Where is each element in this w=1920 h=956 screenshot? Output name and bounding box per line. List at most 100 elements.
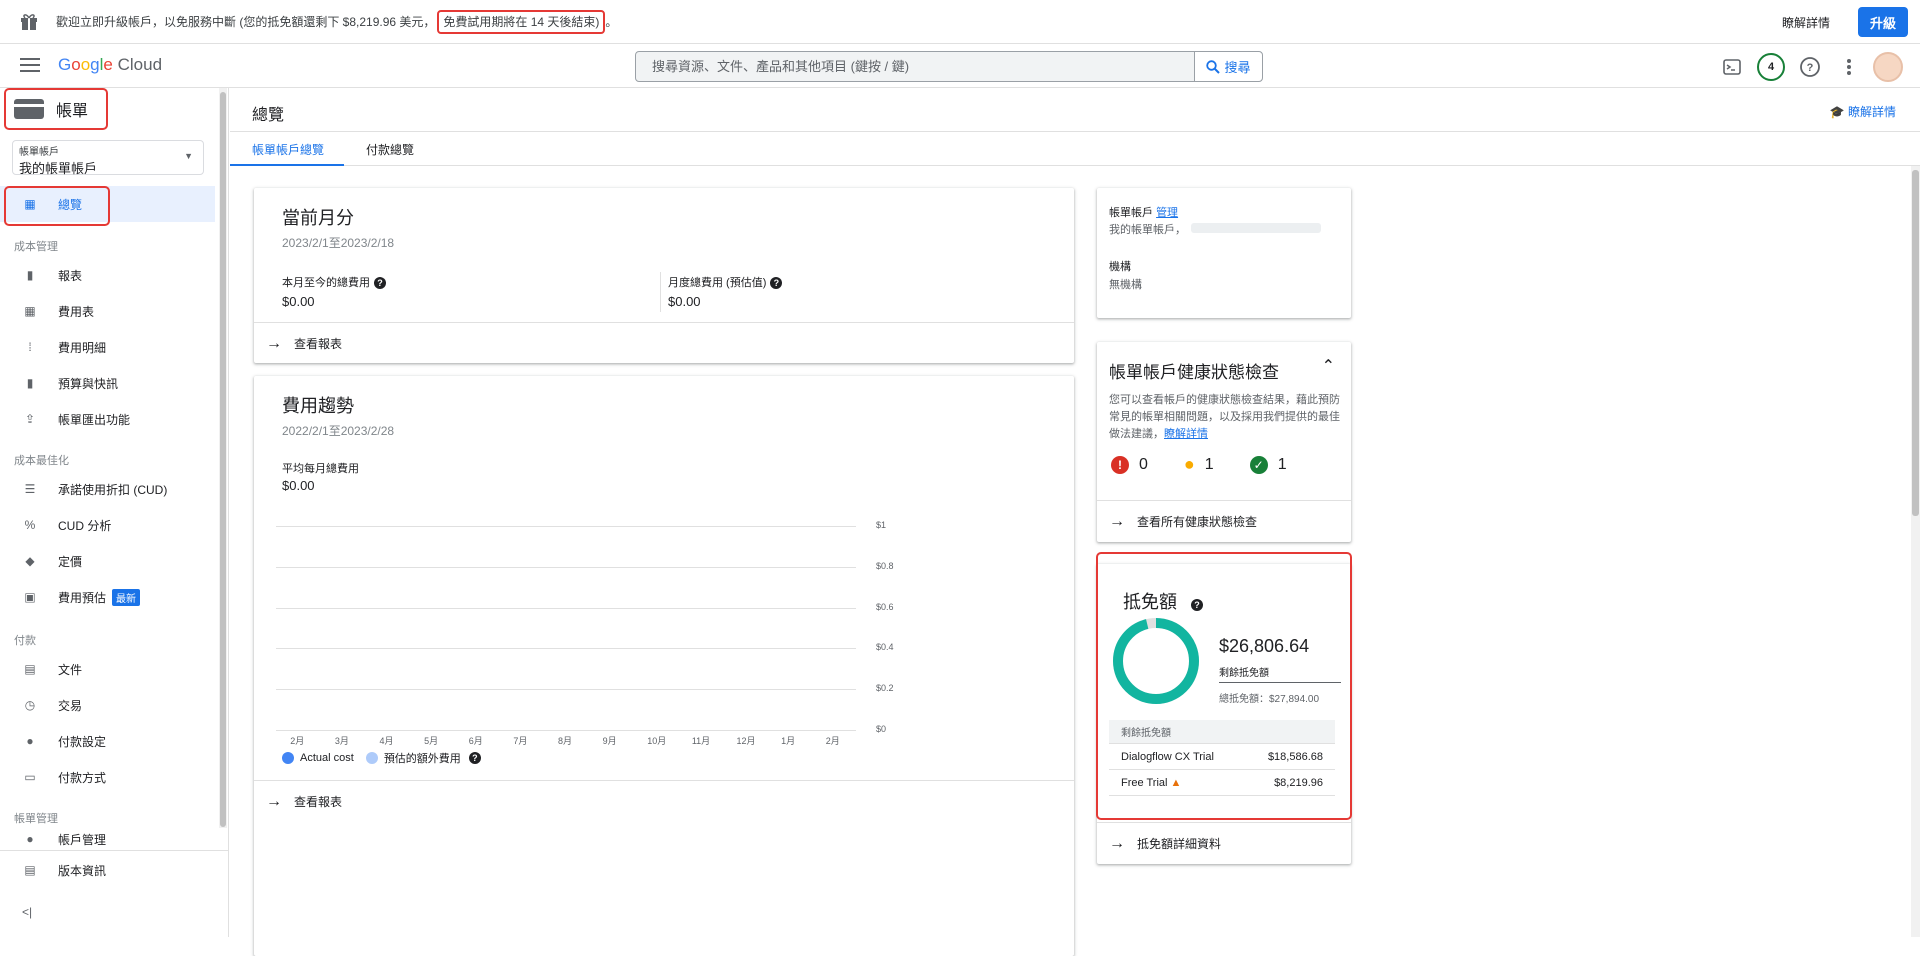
upload-icon: ⇪ bbox=[24, 412, 36, 426]
y-tick-label: $0.6 bbox=[876, 601, 894, 612]
x-tick-label: 8月 bbox=[558, 736, 573, 746]
sidebar-item-cost-table[interactable]: ▦ 費用表 bbox=[0, 296, 215, 326]
y-tick-label: $0.8 bbox=[876, 560, 894, 571]
clock-icon: ◷ bbox=[24, 698, 36, 712]
learn-more-link[interactable]: 🎓 瞭解詳情 bbox=[1830, 103, 1896, 120]
sidebar-item-payment-method[interactable]: ▭ 付款方式 bbox=[0, 762, 215, 792]
app-bar: Google Cloud 搜尋資源、文件、產品和其他項目 (鍵按 / 鍵) 搜尋… bbox=[0, 45, 1920, 88]
view-report-link[interactable]: → 查看報表 bbox=[254, 322, 1074, 364]
health-description: 您可以查看帳戶的健康狀態檢查結果，藉此預防常見的帳單相關問題，以及採用我們提供的… bbox=[1109, 394, 1340, 440]
collapse-chevron-icon[interactable]: ⌃ bbox=[1322, 356, 1335, 376]
chart-gridline bbox=[276, 607, 856, 609]
sidebar-item-forecast[interactable]: ▣ 費用預估 最新 bbox=[0, 582, 215, 612]
search-input[interactable]: 搜尋資源、文件、產品和其他項目 (鍵按 / 鍵) bbox=[636, 52, 1194, 81]
view-health-checks-link[interactable]: → 查看所有健康狀態檢查 bbox=[1097, 500, 1351, 542]
gift-icon bbox=[21, 13, 37, 30]
x-tick-label: 9月 bbox=[602, 736, 617, 746]
x-tick-label: 11月 bbox=[691, 736, 711, 746]
sidebar-item-pricing[interactable]: ◆ 定價 bbox=[0, 546, 215, 576]
x-tick-label: 2月 bbox=[290, 736, 305, 746]
chart-gridline bbox=[276, 689, 856, 691]
tab-account-overview[interactable]: 帳單帳戶總覽 bbox=[252, 141, 324, 158]
chart-legend: Actual cost 預估的額外費用? bbox=[282, 750, 481, 766]
person-icon: ● bbox=[26, 734, 34, 748]
credits-highlight bbox=[1096, 552, 1352, 820]
avatar[interactable] bbox=[1873, 52, 1903, 82]
current-month-title: 當前月分 bbox=[282, 208, 354, 228]
x-tick-label: 10月 bbox=[647, 736, 667, 746]
help-icon[interactable]: ? bbox=[1799, 56, 1821, 78]
sidebar-item-cost-breakdown[interactable]: ⁞ 費用明細 bbox=[0, 332, 215, 362]
x-tick-label: 3月 bbox=[334, 736, 349, 746]
chart-gridline bbox=[276, 730, 856, 731]
current-month-range: 2023/2/1至2023/2/18 bbox=[282, 236, 395, 250]
x-tick-label: 4月 bbox=[379, 736, 394, 746]
banner-learn-more-link[interactable]: 瞭解詳情 bbox=[1782, 14, 1830, 31]
y-tick-label: $0 bbox=[876, 724, 887, 734]
sidebar-item-transactions[interactable]: ◷ 交易 bbox=[0, 690, 215, 720]
search-icon bbox=[1206, 59, 1221, 74]
sidebar-item-account-management[interactable]: ● 帳戶管理 bbox=[0, 830, 215, 848]
cost-trend-card: 費用趨勢 2022/2/1至2023/2/28 平均每月總費用 $0.00 $1… bbox=[254, 376, 1074, 956]
release-notes-link[interactable]: ▤ 版本資訊 bbox=[0, 855, 215, 885]
cost-trend-range: 2022/2/1至2023/2/28 bbox=[282, 424, 395, 438]
health-learn-more-link[interactable]: 瞭解詳情 bbox=[1164, 428, 1208, 440]
x-tick-label: 1月 bbox=[781, 736, 796, 746]
forecast-value: $0.00 bbox=[668, 294, 701, 309]
redacted-account-id bbox=[1191, 223, 1321, 233]
sidebar-item-payment-settings[interactable]: ● 付款設定 bbox=[0, 726, 215, 756]
sidebar-item-export[interactable]: ⇪ 帳單匯出功能 bbox=[0, 404, 215, 434]
manage-link[interactable]: 管理 bbox=[1156, 207, 1178, 219]
mtd-value: $0.00 bbox=[282, 294, 315, 309]
sidebar-item-reports[interactable]: ▮ 報表 bbox=[0, 260, 215, 290]
legend-actual-swatch bbox=[282, 752, 294, 764]
tag-icon: ◆ bbox=[25, 554, 35, 568]
credit-details-link[interactable]: → 抵免額詳細資料 bbox=[1097, 822, 1351, 864]
help-icon[interactable]: ? bbox=[770, 277, 783, 289]
sidebar-item-budgets[interactable]: ▮ 預算與快訊 bbox=[0, 368, 215, 398]
help-icon[interactable]: ? bbox=[374, 277, 386, 289]
sidebar-item-cud[interactable]: ☰ 承諾使用折扣 (CUD) bbox=[0, 474, 215, 504]
current-month-card: 當前月分 2023/2/1至2023/2/18 本月至今的總費用? $0.00 … bbox=[254, 188, 1074, 363]
cost-trend-title: 費用趨勢 bbox=[282, 396, 354, 416]
view-report-link[interactable]: → 查看報表 bbox=[254, 780, 1074, 822]
sidebar-item-cud-analysis[interactable]: % CUD 分析 bbox=[0, 510, 215, 540]
document-icon: ▤ bbox=[24, 662, 36, 676]
page-scrollbar[interactable] bbox=[1911, 166, 1920, 937]
arrow-right-icon: → bbox=[1109, 512, 1125, 530]
chart-gridline bbox=[276, 566, 856, 568]
more-vert-icon[interactable] bbox=[1838, 56, 1860, 78]
y-tick-label: $1 bbox=[876, 520, 887, 530]
x-tick-label: 7月 bbox=[513, 736, 528, 746]
upgrade-button[interactable]: 升級 bbox=[1857, 7, 1908, 37]
bar-chart-icon: ▮ bbox=[26, 268, 34, 282]
tab-bar: 帳單帳戶總覽 付款總覽 bbox=[230, 132, 1920, 166]
collapse-sidebar-icon[interactable]: <| bbox=[22, 905, 32, 919]
google-cloud-logo[interactable]: Google Cloud bbox=[58, 55, 162, 75]
page-title: 總覽 bbox=[252, 107, 285, 124]
credit-card-icon bbox=[14, 99, 44, 119]
health-stats: ! 0 ● 1 ✓ 1 bbox=[1111, 454, 1287, 475]
tab-payment-overview[interactable]: 付款總覽 bbox=[366, 141, 414, 158]
upgrade-banner: 歡迎立即升級帳戶，以免服務中斷 (您的抵免額還剩下 $8,219.96 美元，免… bbox=[0, 0, 1920, 44]
health-title: 帳單帳戶健康狀態檢查 bbox=[1109, 363, 1279, 382]
notifications-badge[interactable]: 4 bbox=[1757, 53, 1785, 81]
arrow-right-icon: → bbox=[1109, 834, 1125, 852]
menu-icon[interactable] bbox=[20, 57, 40, 73]
x-tick-label: 6月 bbox=[468, 736, 483, 746]
warning-count: 1 bbox=[1204, 455, 1214, 473]
section-cost-management: 成本管理 bbox=[14, 241, 58, 253]
person-icon: ● bbox=[26, 832, 34, 846]
help-icon[interactable]: ? bbox=[468, 752, 481, 764]
error-icon: ! bbox=[1111, 455, 1129, 474]
cloud-shell-icon[interactable] bbox=[1721, 56, 1743, 78]
arrow-right-icon: → bbox=[266, 792, 282, 810]
sidebar-item-documents[interactable]: ▤ 文件 bbox=[0, 654, 215, 684]
x-tick-label: 2月 bbox=[825, 736, 840, 746]
billing-account-select[interactable]: 帳單帳戶 我的帳單帳戶 ▼ bbox=[12, 140, 204, 176]
billing-account-card: 帳單帳戶 管理 我的帳單帳戶， 機構 無機構 bbox=[1097, 188, 1351, 318]
main-content: 當前月分 2023/2/1至2023/2/18 本月至今的總費用? $0.00 … bbox=[230, 166, 1920, 956]
search-button[interactable]: 搜尋 bbox=[1194, 52, 1262, 81]
avg-value: $0.00 bbox=[282, 478, 315, 493]
sidebar-scrollbar[interactable] bbox=[219, 88, 227, 828]
